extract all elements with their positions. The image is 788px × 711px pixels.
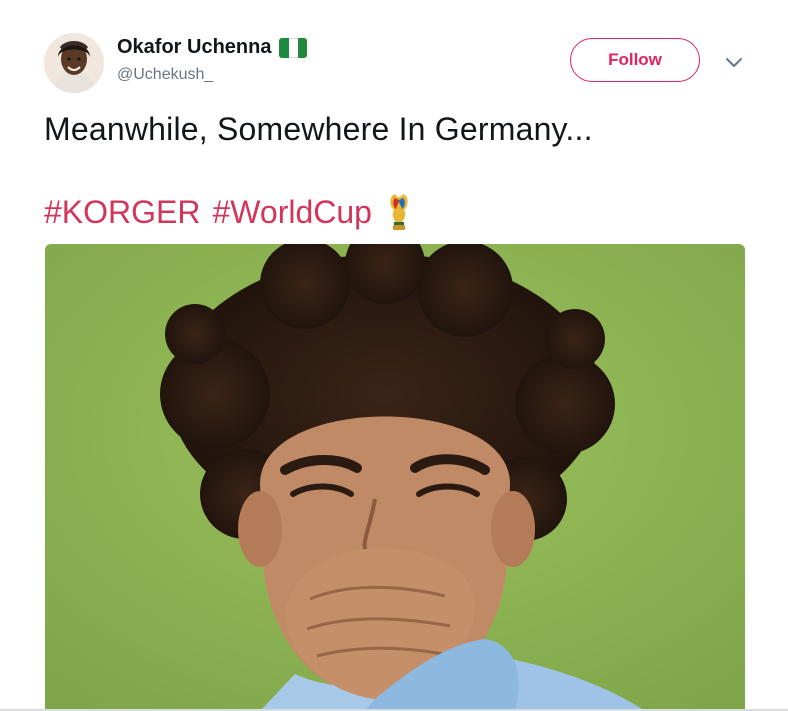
avatar[interactable] xyxy=(44,33,104,93)
tweet-text: Meanwhile, Somewhere In Germany... xyxy=(44,111,593,147)
chevron-down-icon[interactable] xyxy=(722,52,746,72)
tweet-media-photo[interactable] xyxy=(45,244,745,711)
world-cup-trophy-icon xyxy=(386,192,412,232)
hashtag-row: #KORGER #WorldCup xyxy=(44,192,412,232)
photo-smiling-man-covering-mouth xyxy=(45,244,745,711)
follow-button[interactable]: Follow xyxy=(570,38,700,82)
hashtag-worldcup[interactable]: #WorldCup xyxy=(212,194,371,231)
user-name-row: Okafor Uchenna xyxy=(117,36,308,59)
tweet: Okafor Uchenna @Uchekush_ Follow Meanwhi… xyxy=(0,0,788,711)
nigeria-flag-icon xyxy=(279,37,308,58)
display-name[interactable]: Okafor Uchenna xyxy=(117,36,271,59)
avatar-image xyxy=(44,33,104,93)
user-handle[interactable]: @Uchekush_ xyxy=(117,66,213,84)
hashtag-korger[interactable]: #KORGER xyxy=(44,194,200,231)
